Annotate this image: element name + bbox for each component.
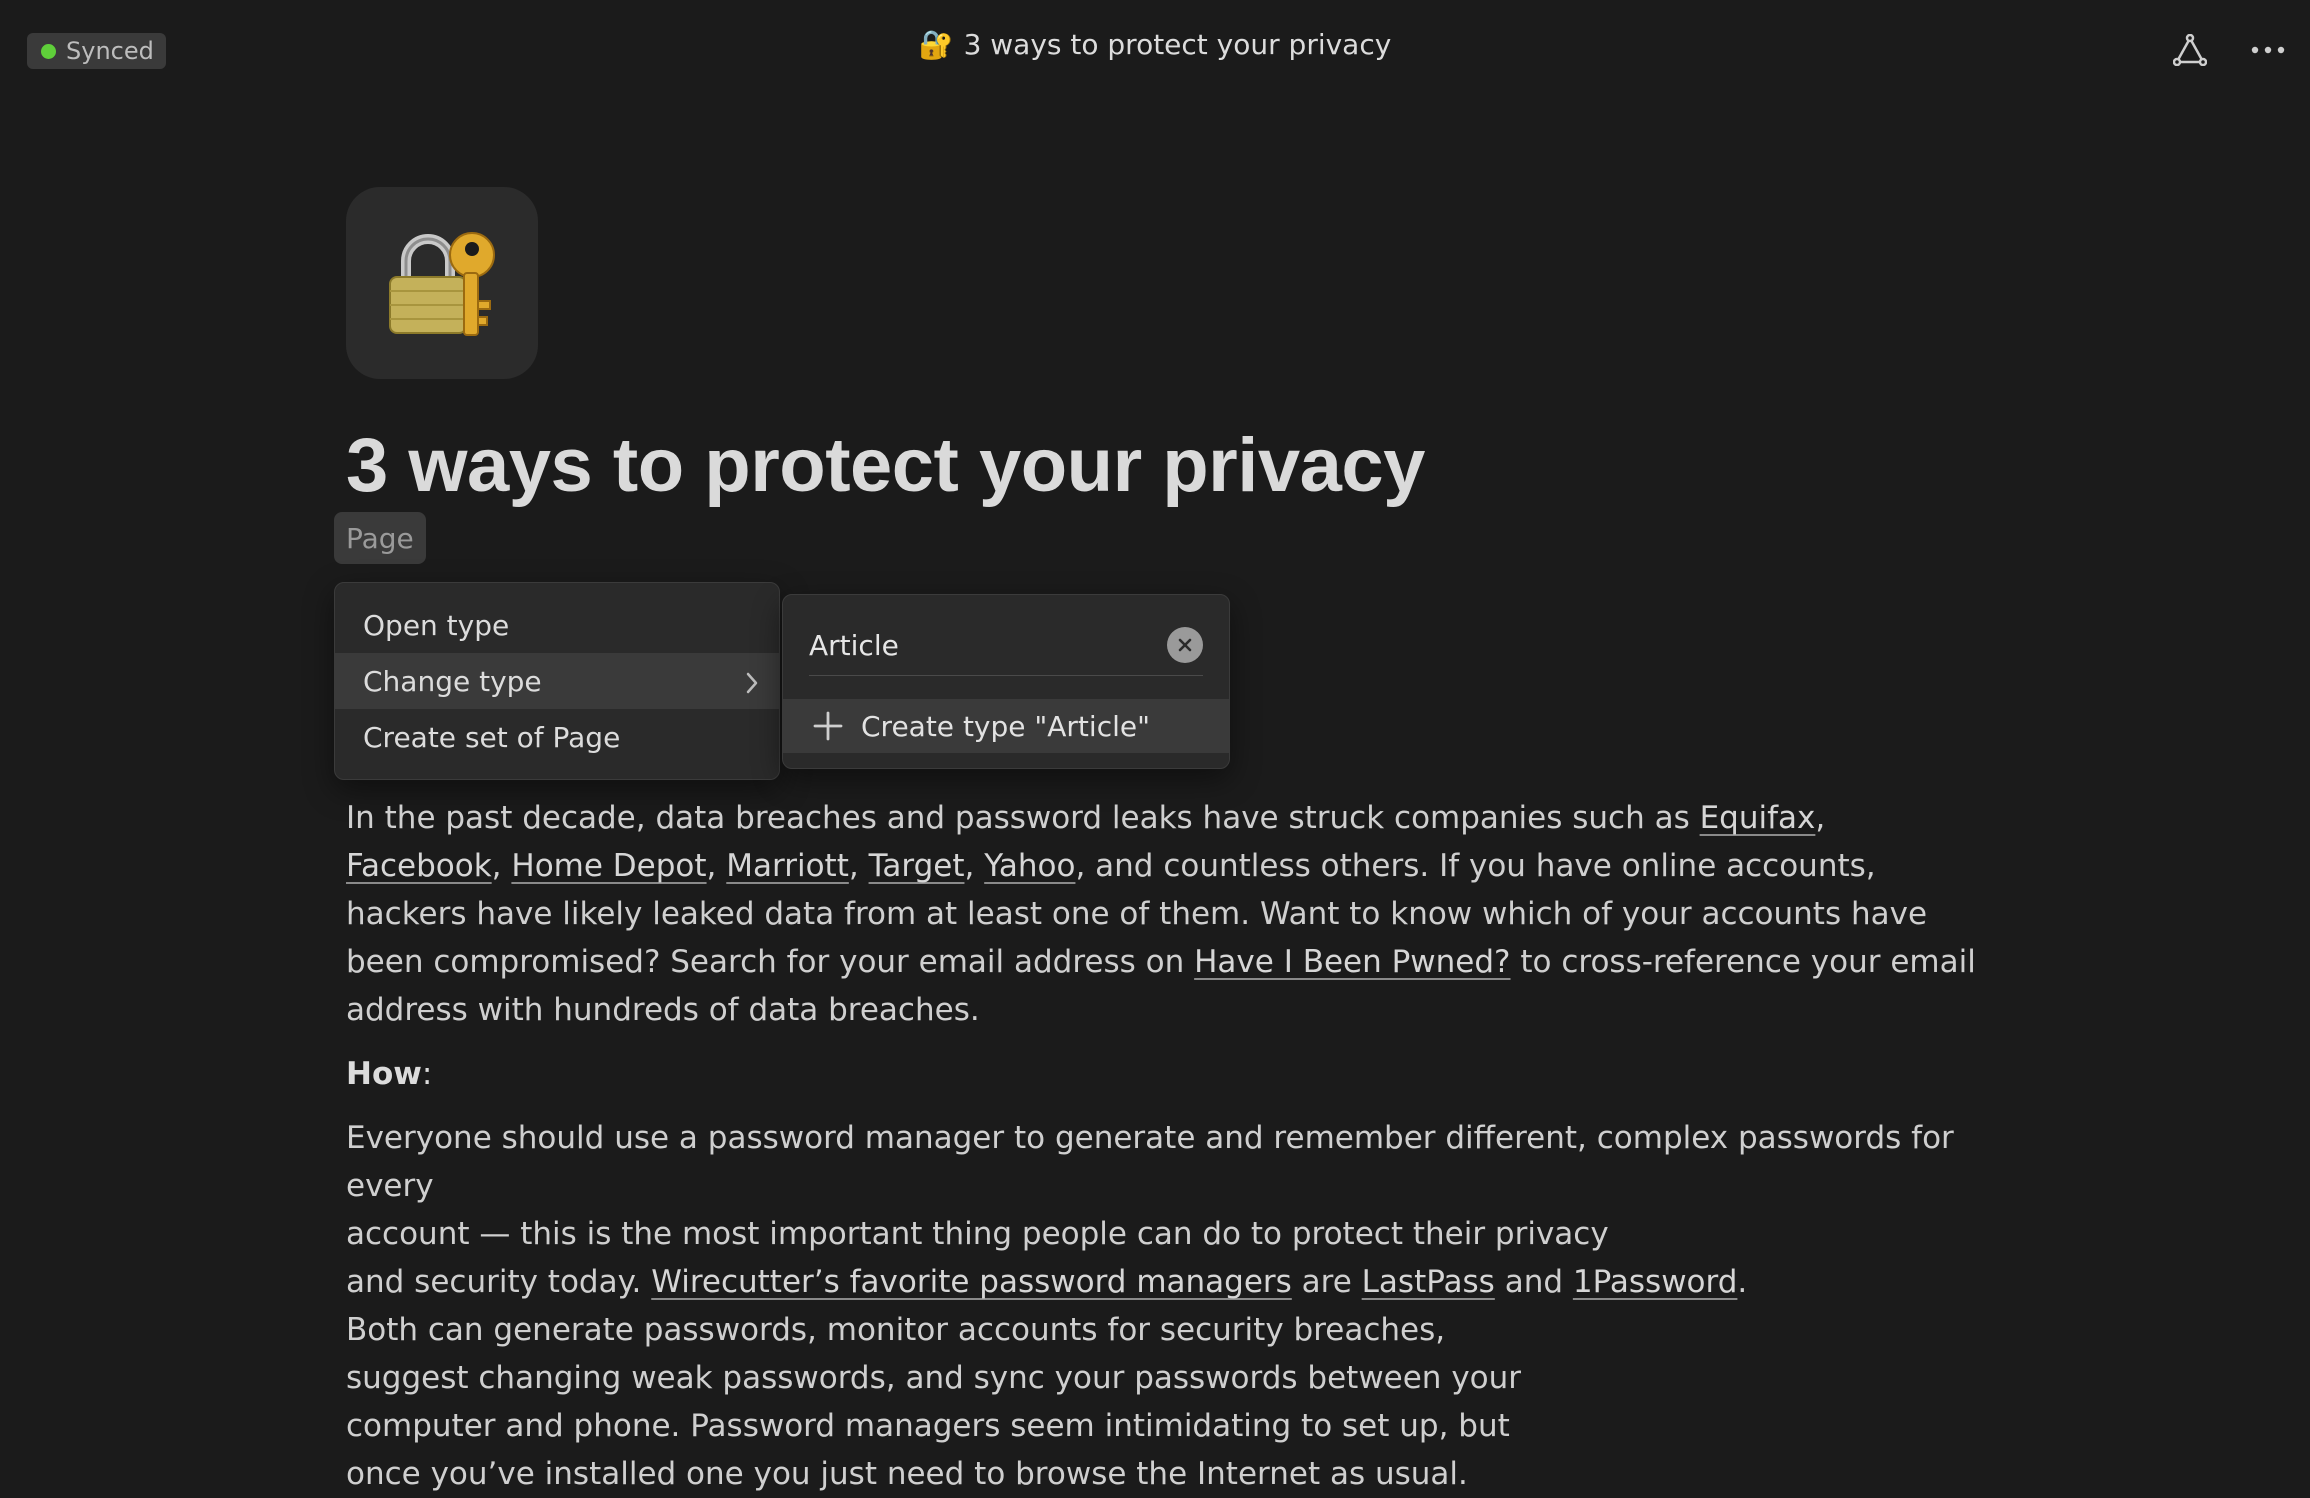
type-search-input[interactable] — [809, 628, 1167, 662]
text-line: suggest changing weak passwords, and syn… — [346, 1360, 1522, 1396]
paragraph-password-managers: Everyone should use a password manager t… — [346, 1114, 1986, 1498]
create-type-label: Create type "Article" — [861, 709, 1150, 743]
text-span: , — [964, 848, 985, 884]
close-icon — [1178, 638, 1192, 652]
link-yahoo[interactable]: Yahoo — [984, 848, 1075, 884]
text-line: Both can generate passwords, monitor acc… — [346, 1312, 1446, 1348]
link-have-i-been-pwned[interactable]: Have I Been Pwned? — [1194, 944, 1510, 980]
document-title-text: 3 ways to protect your privacy — [963, 28, 1392, 61]
type-context-menu: Open type Change type Create set of Page — [334, 582, 780, 780]
link-equifax[interactable]: Equifax — [1700, 800, 1816, 836]
text-line: Everyone should use a password manager t… — [346, 1120, 1954, 1204]
text-span: and — [1494, 1264, 1573, 1300]
how-label: How — [346, 1056, 422, 1092]
link-1password[interactable]: 1Password — [1573, 1264, 1738, 1300]
more-options-icon[interactable] — [2248, 30, 2288, 70]
document-title-header: 🔐 3 ways to protect your privacy — [0, 28, 2310, 61]
link-marriott[interactable]: Marriott — [726, 848, 849, 884]
text-span: In the past decade, data breaches and pa… — [346, 800, 1700, 836]
link-home-depot[interactable]: Home Depot — [511, 848, 706, 884]
text-line: account — this is the most important thi… — [346, 1216, 1609, 1252]
top-actions — [2170, 30, 2288, 70]
text-span: and security today. — [346, 1264, 652, 1300]
text-span: , — [1815, 800, 1826, 836]
object-type-chip[interactable]: Page — [334, 512, 426, 564]
lock-with-key-icon — [389, 232, 495, 336]
link-facebook[interactable]: Facebook — [346, 848, 492, 884]
menu-item-label: Create set of Page — [363, 720, 621, 754]
text-span: , — [706, 848, 727, 884]
menu-item-create-set[interactable]: Create set of Page — [335, 709, 779, 765]
change-type-submenu: Create type "Article" — [782, 594, 1230, 769]
page-title[interactable]: 3 ways to protect your privacy — [346, 422, 1425, 509]
lock-key-icon: 🔐 — [918, 28, 954, 61]
plus-icon — [813, 711, 843, 741]
text-span: are — [1291, 1264, 1362, 1300]
text-line: once you’ve installed one you just need … — [346, 1456, 1468, 1492]
chevron-right-icon — [745, 669, 759, 702]
how-heading: How: — [346, 1050, 1986, 1098]
graph-view-icon[interactable] — [2170, 30, 2210, 70]
top-bar: Synced 🔐 3 ways to protect your privacy — [0, 0, 2310, 100]
menu-item-change-type[interactable]: Change type — [335, 653, 779, 709]
paragraph-intro: In the past decade, data breaches and pa… — [346, 794, 1986, 1034]
clear-search-button[interactable] — [1167, 627, 1203, 663]
menu-item-label: Open type — [363, 608, 510, 642]
page-icon[interactable] — [346, 187, 538, 379]
link-wirecutter[interactable]: Wirecutter’s favorite password managers — [651, 1264, 1292, 1300]
text-line: computer and phone. Password managers se… — [346, 1408, 1510, 1444]
create-type-option[interactable]: Create type "Article" — [783, 699, 1229, 753]
page-body: In the past decade, data breaches and pa… — [346, 794, 1986, 1498]
text-span: , — [848, 848, 869, 884]
text-span: . — [1737, 1264, 1748, 1300]
text-span: , — [491, 848, 512, 884]
menu-item-open-type[interactable]: Open type — [335, 597, 779, 653]
menu-item-label: Change type — [363, 664, 542, 698]
how-colon: : — [421, 1056, 433, 1092]
type-search-row — [809, 615, 1203, 676]
link-lastpass[interactable]: LastPass — [1362, 1264, 1495, 1300]
link-target[interactable]: Target — [869, 848, 965, 884]
